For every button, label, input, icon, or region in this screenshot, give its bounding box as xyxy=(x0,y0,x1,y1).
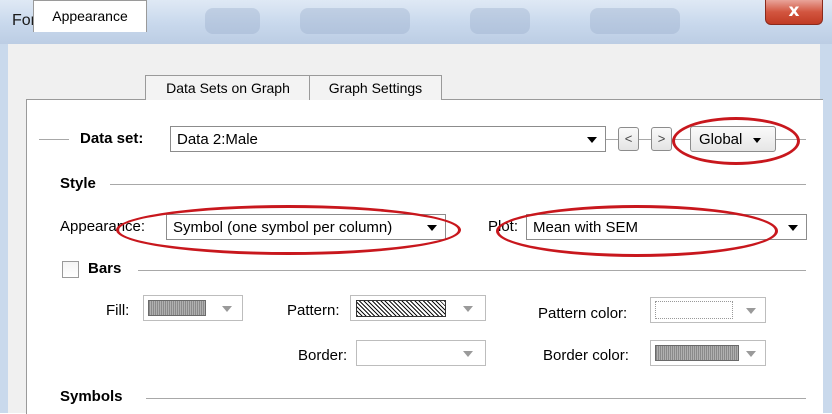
chevron-down-icon xyxy=(753,138,761,143)
chevron-down-icon xyxy=(746,351,756,357)
chevron-down-icon xyxy=(427,225,437,231)
chevron-down-icon xyxy=(463,306,473,312)
dataset-label: Data set: xyxy=(80,130,144,147)
close-button[interactable]: x xyxy=(765,0,823,25)
previous-dataset-button[interactable]: < xyxy=(618,127,639,151)
dataset-select[interactable]: Data 2:Male xyxy=(170,126,606,152)
border-color-label: Border color: xyxy=(543,347,629,364)
border-color-swatch xyxy=(655,345,739,361)
appearance-label: Appearance: xyxy=(60,218,146,235)
appearance-select[interactable]: Symbol (one symbol per column) xyxy=(166,214,446,240)
bars-checkbox[interactable] xyxy=(62,261,79,278)
appearance-value: Symbol (one symbol per column) xyxy=(173,219,393,236)
global-button-label: Global xyxy=(699,131,743,148)
chevron-right-icon: > xyxy=(657,131,666,146)
chevron-down-icon xyxy=(222,306,232,312)
separator xyxy=(110,184,806,185)
plot-label: Plot: xyxy=(488,218,519,235)
chevron-down-icon xyxy=(587,137,597,143)
global-button[interactable]: Global xyxy=(690,126,776,152)
chevron-down-icon xyxy=(788,225,798,231)
blurred-background xyxy=(470,8,530,34)
bars-label: Bars xyxy=(88,260,122,277)
separator xyxy=(146,398,806,399)
fill-label: Fill: xyxy=(106,302,130,319)
style-heading: Style xyxy=(60,175,96,192)
symbols-heading: Symbols xyxy=(60,388,123,405)
pattern-swatch xyxy=(356,300,446,317)
separator xyxy=(606,139,618,140)
border-select[interactable] xyxy=(356,340,486,366)
chevron-down-icon xyxy=(463,351,473,357)
tab-data-sets-on-graph[interactable]: Data Sets on Graph xyxy=(145,75,311,100)
separator xyxy=(672,139,690,140)
border-color-select[interactable] xyxy=(650,340,766,366)
border-label: Border: xyxy=(298,347,348,364)
plot-select[interactable]: Mean with SEM xyxy=(526,214,807,240)
pattern-color-swatch xyxy=(655,301,733,319)
blurred-background xyxy=(205,8,260,34)
fill-color-select[interactable] xyxy=(143,295,243,321)
pattern-color-label: Pattern color: xyxy=(538,305,628,322)
separator xyxy=(776,139,806,140)
close-icon: x xyxy=(788,1,800,21)
dataset-value: Data 2:Male xyxy=(177,131,258,148)
separator xyxy=(639,139,651,140)
chevron-down-icon xyxy=(746,308,756,314)
window-frame-left xyxy=(0,44,8,413)
tab-graph-settings[interactable]: Graph Settings xyxy=(309,75,442,100)
blurred-background xyxy=(590,8,680,34)
blurred-background xyxy=(300,8,410,34)
pattern-color-select[interactable] xyxy=(650,297,766,323)
next-dataset-button[interactable]: > xyxy=(651,127,672,151)
separator xyxy=(39,139,69,140)
pattern-select[interactable] xyxy=(350,295,486,321)
fill-color-swatch xyxy=(148,300,206,316)
pattern-label: Pattern: xyxy=(287,302,340,319)
tab-appearance[interactable]: Appearance xyxy=(33,0,147,32)
chevron-left-icon: < xyxy=(624,131,633,146)
plot-value: Mean with SEM xyxy=(533,219,639,236)
separator xyxy=(138,270,806,271)
